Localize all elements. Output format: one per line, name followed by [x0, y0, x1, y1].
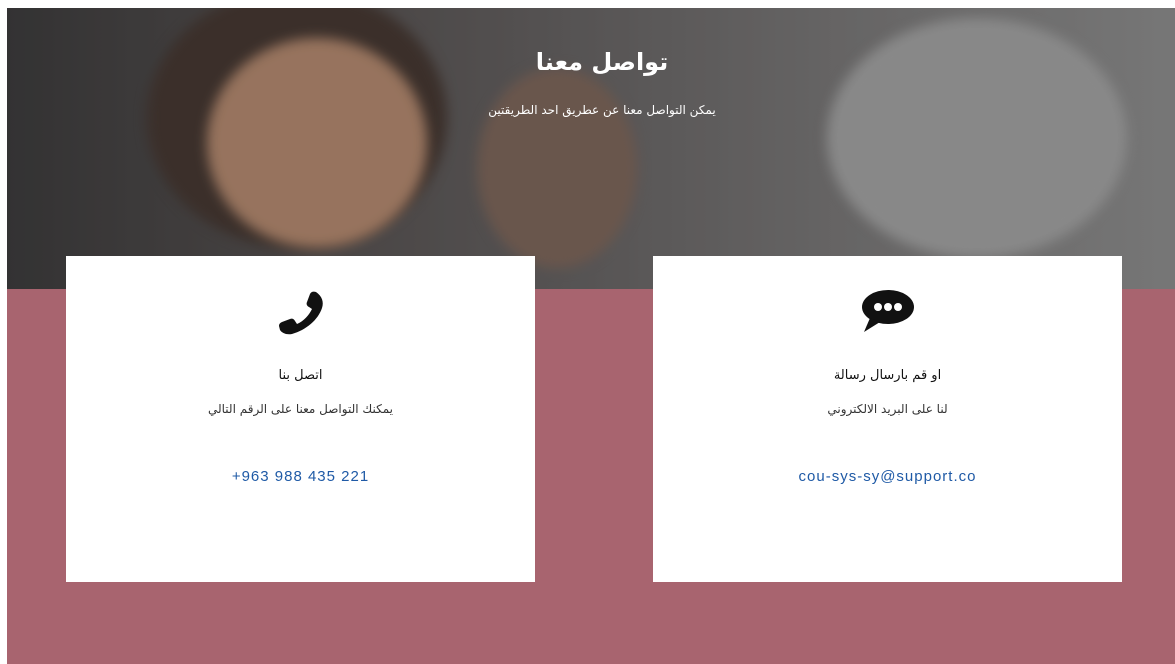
email-link[interactable]: cou-sys-sy@support.co — [653, 468, 1122, 485]
hero-banner: تواصل معنا يمكن التواصل معنا عن عطريق اح… — [7, 8, 1175, 289]
send-message-card: او قم بارسال رسالة لنا على البريد الالكت… — [653, 256, 1122, 582]
call-us-description: يمكنك التواصل معنا على الرقم التالي — [207, 402, 394, 416]
page-title: تواصل معنا — [535, 48, 669, 76]
phone-icon — [66, 288, 535, 336]
phone-number-link[interactable]: +963 988 435 221 — [66, 468, 535, 485]
call-us-heading: اتصل بنا — [278, 368, 323, 383]
send-message-heading: او قم بارسال رسالة — [833, 368, 942, 383]
page-subtitle: يمكن التواصل معنا عن عطريق احد الطريقتين — [488, 103, 716, 117]
contact-page: تواصل معنا يمكن التواصل معنا عن عطريق اح… — [7, 8, 1175, 664]
send-message-description: لنا على البريد الالكتروني — [827, 402, 948, 416]
chat-bubble-icon — [653, 288, 1122, 336]
call-us-card: اتصل بنا يمكنك التواصل معنا على الرقم ال… — [66, 256, 535, 582]
